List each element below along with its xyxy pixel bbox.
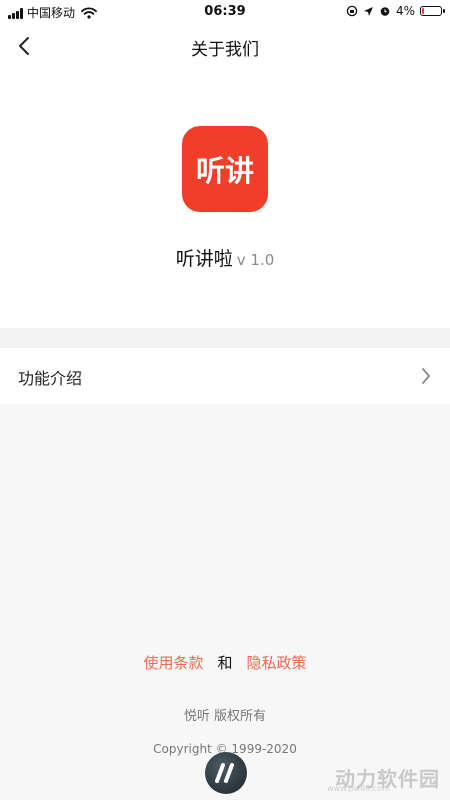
battery-icon	[420, 6, 445, 16]
app-name-row: 听讲啦 v 1.0	[0, 244, 450, 271]
watermark-mark-icon	[215, 763, 234, 783]
footer-conjunction: 和	[217, 654, 233, 672]
app-version: v 1.0	[236, 251, 275, 269]
watermark-url: www.pw88.com	[327, 784, 390, 793]
menu-item-features[interactable]: 功能介绍	[0, 348, 450, 404]
status-right: 4%	[346, 4, 445, 18]
app-name: 听讲啦	[175, 248, 233, 270]
menu-item-label: 功能介绍	[18, 369, 83, 388]
app-logo-text: 听讲	[195, 154, 254, 188]
footer-links: 使用条款和隐私政策	[0, 652, 450, 673]
battery-percent: 4%	[395, 4, 415, 18]
location-icon	[363, 6, 373, 16]
orientation-lock-icon	[346, 5, 358, 17]
watermark-logo	[205, 752, 247, 794]
section-divider	[0, 328, 450, 348]
terms-link[interactable]: 使用条款	[143, 654, 203, 672]
privacy-link[interactable]: 隐私政策	[247, 654, 307, 672]
nav-bar: 关于我们	[0, 24, 450, 68]
alarm-icon	[380, 7, 390, 16]
chevron-right-icon	[422, 368, 430, 384]
battery-level	[422, 8, 424, 14]
footer-owner: 悦听 版权所有	[183, 709, 267, 724]
page-title: 关于我们	[191, 40, 259, 60]
app-info-section: 听讲 听讲啦 v 1.0	[0, 68, 450, 328]
app-logo: 听讲	[182, 126, 268, 212]
status-bar: 中国移动 06:39 4%	[0, 0, 450, 24]
